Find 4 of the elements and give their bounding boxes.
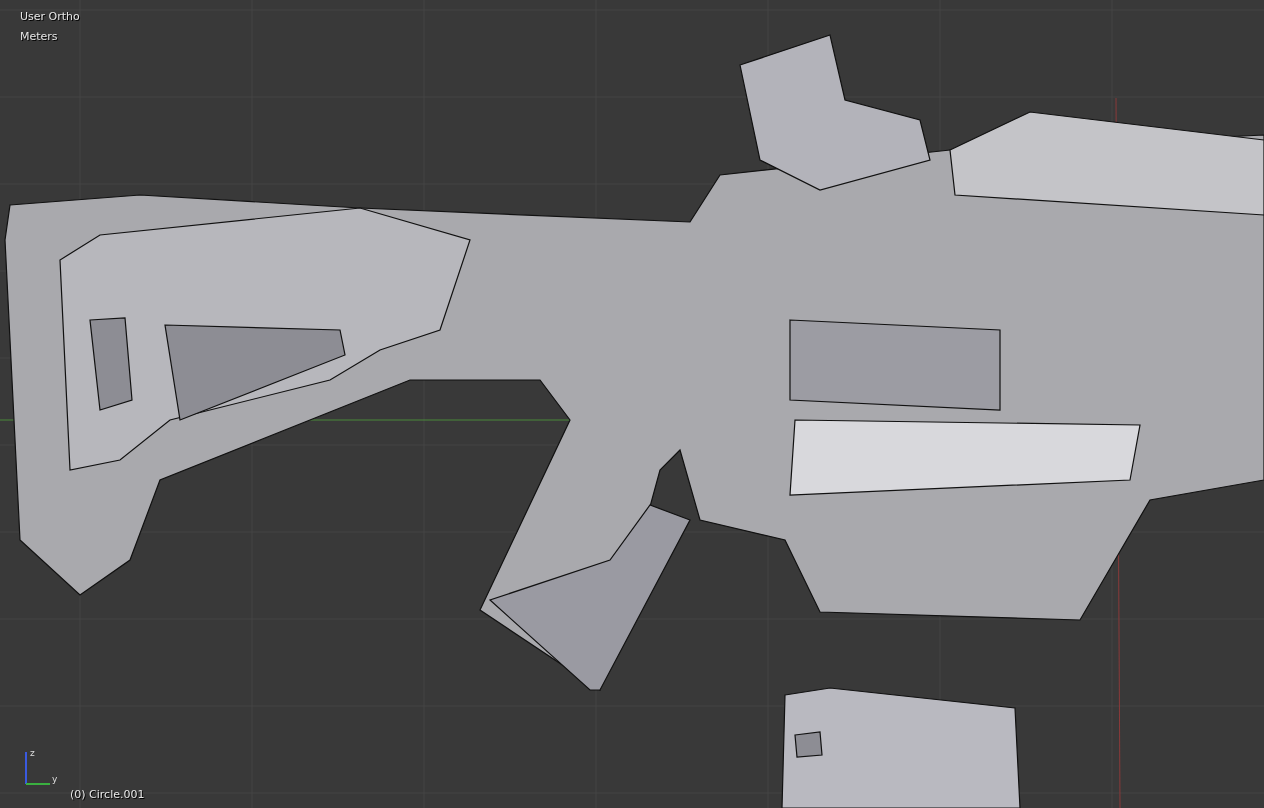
3d-viewport[interactable]: User Ortho Meters z y (0) Circle.001 xyxy=(0,0,1264,808)
units-label: Meters xyxy=(20,30,59,44)
object-info-label: (0) Circle.001 xyxy=(70,788,145,801)
view-name-label: User Ortho xyxy=(20,10,80,24)
